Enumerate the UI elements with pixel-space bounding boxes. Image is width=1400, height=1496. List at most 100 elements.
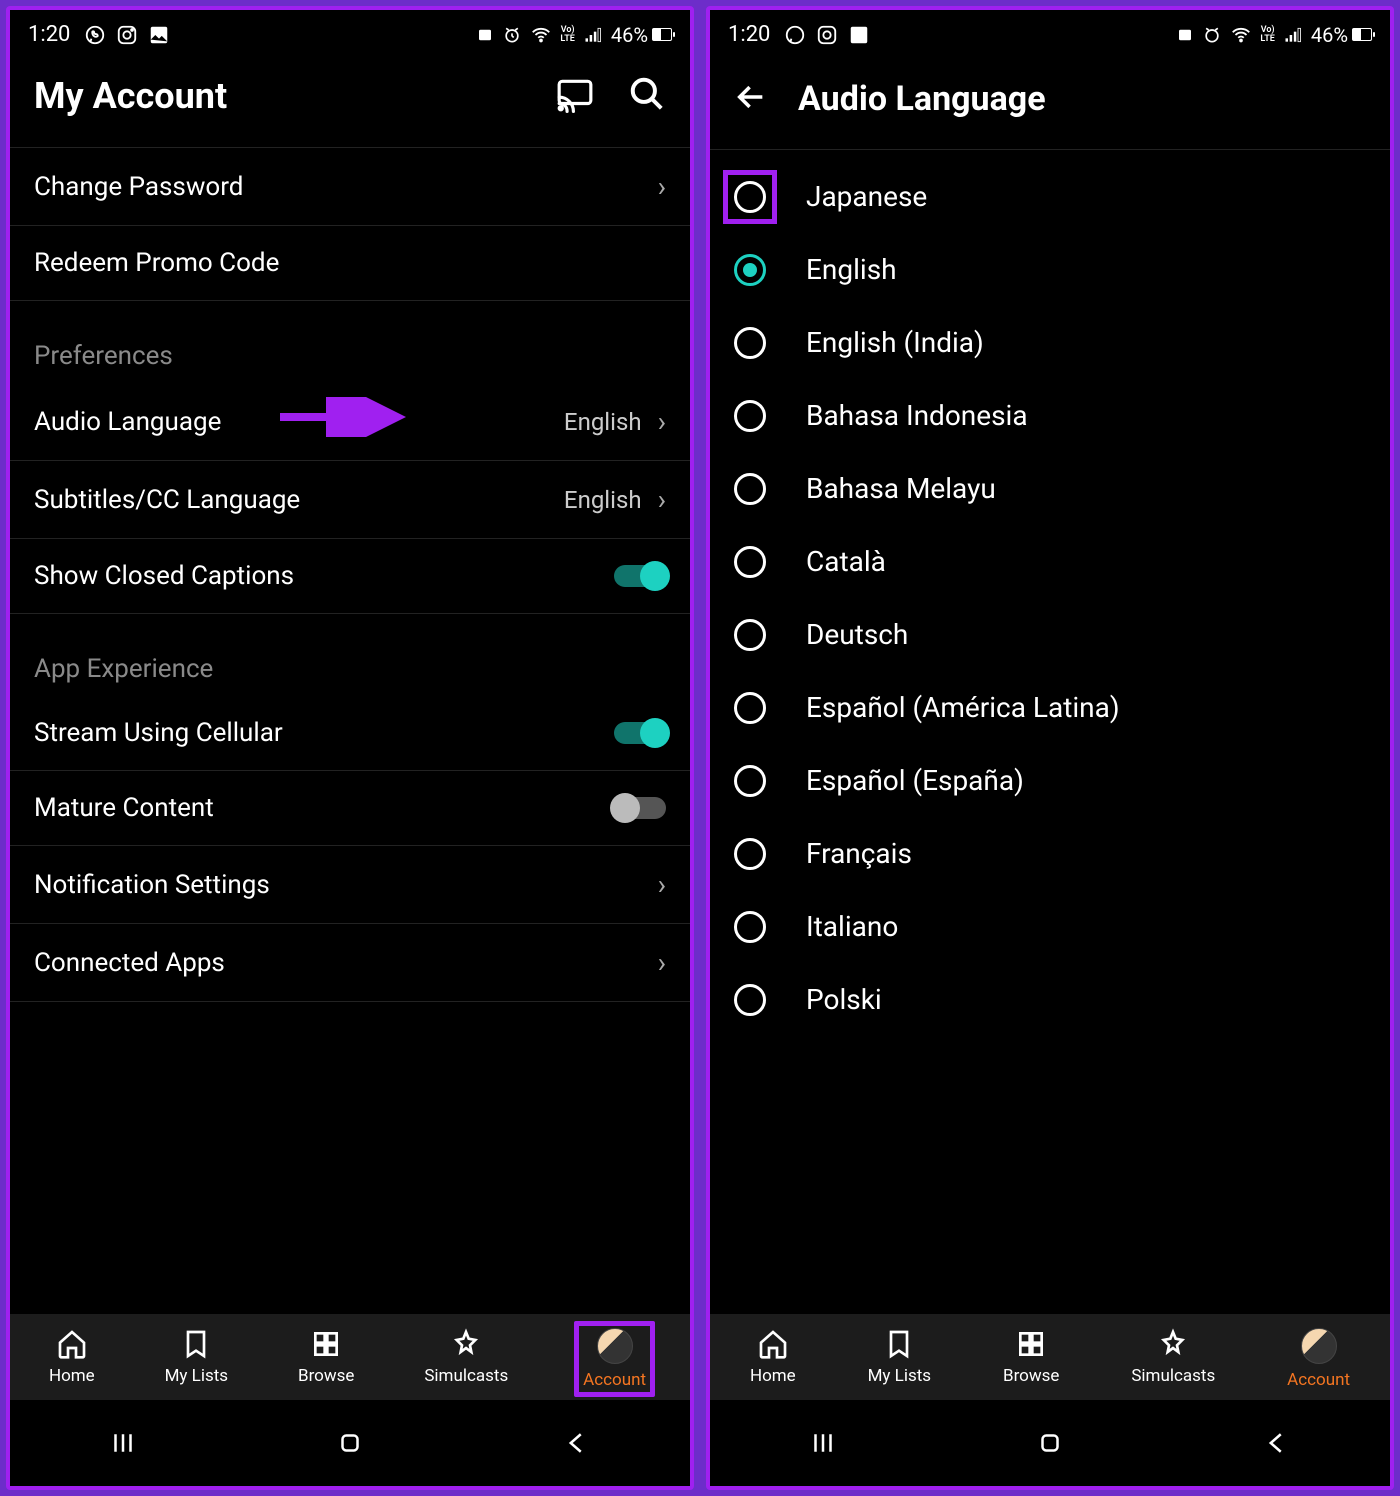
nav-home[interactable]	[1035, 1428, 1065, 1462]
language-option[interactable]: English (India)	[710, 306, 1390, 379]
tab-label: Account	[583, 1370, 646, 1390]
row-stream-cellular[interactable]: Stream Using Cellular	[10, 696, 690, 771]
radio-button[interactable]	[734, 911, 766, 943]
status-bar: 1:20 Vo)LTE 46%	[710, 10, 1390, 55]
toggle-mature-content[interactable]	[614, 797, 666, 819]
language-option[interactable]: Bahasa Indonesia	[710, 379, 1390, 452]
language-option[interactable]: Japanese	[710, 160, 1390, 233]
tab-browse[interactable]: Browse	[298, 1328, 354, 1390]
alarm-icon	[1202, 25, 1222, 45]
radio-button[interactable]	[734, 619, 766, 651]
language-option[interactable]: Italiano	[710, 890, 1390, 963]
tab-browse[interactable]: Browse	[1003, 1328, 1059, 1390]
tab-simulcasts[interactable]: Simulcasts	[1131, 1328, 1215, 1390]
chevron-right-icon: ›	[658, 483, 666, 516]
language-label: Bahasa Melayu	[806, 472, 996, 505]
nav-recents[interactable]	[808, 1428, 838, 1462]
toggle-stream-cellular[interactable]	[614, 722, 666, 744]
tab-my-lists[interactable]: My Lists	[165, 1328, 229, 1390]
row-redeem-promo[interactable]: Redeem Promo Code	[10, 226, 690, 301]
back-button[interactable]	[734, 80, 768, 118]
radio-button[interactable]	[734, 181, 766, 213]
tab-label: My Lists	[868, 1366, 932, 1386]
tab-label: My Lists	[165, 1366, 229, 1386]
tab-simulcasts[interactable]: Simulcasts	[424, 1328, 508, 1390]
app-header: My Account	[10, 55, 690, 147]
radio-button[interactable]	[734, 473, 766, 505]
toggle-closed-captions[interactable]	[614, 565, 666, 587]
sub-header: Audio Language	[710, 55, 1390, 150]
cast-icon[interactable]	[556, 75, 594, 117]
chevron-right-icon: ›	[658, 170, 666, 203]
radio-button[interactable]	[734, 254, 766, 286]
gallery-icon	[148, 24, 170, 46]
section-preferences: Preferences	[10, 301, 690, 383]
language-label: Bahasa Indonesia	[806, 399, 1028, 432]
nav-home[interactable]	[335, 1428, 365, 1462]
wifi-icon	[530, 24, 552, 46]
row-closed-captions[interactable]: Show Closed Captions	[10, 539, 690, 614]
volte-icon: Vo)LTE	[1260, 26, 1274, 44]
language-option[interactable]: Deutsch	[710, 598, 1390, 671]
radio-button[interactable]	[734, 984, 766, 1016]
language-list: Japanese English English (India) Bahasa Ind…	[710, 150, 1390, 1314]
nav-recents[interactable]	[108, 1428, 138, 1462]
row-audio-language[interactable]: Audio Language English ›	[10, 383, 690, 461]
radio-button[interactable]	[734, 400, 766, 432]
language-option[interactable]: Español (España)	[710, 744, 1390, 817]
row-label: Connected Apps	[34, 948, 225, 978]
radio-button[interactable]	[734, 692, 766, 724]
tab-home[interactable]: Home	[49, 1328, 95, 1390]
row-change-password[interactable]: Change Password ›	[10, 147, 690, 226]
row-value: English	[564, 486, 642, 514]
language-option[interactable]: Français	[710, 817, 1390, 890]
language-option[interactable]: English	[710, 233, 1390, 306]
row-label: Audio Language	[34, 407, 221, 437]
row-subtitles-language[interactable]: Subtitles/CC Language English ›	[10, 461, 690, 539]
row-label: Stream Using Cellular	[34, 718, 283, 748]
tab-account[interactable]: Account	[1287, 1328, 1350, 1390]
radio-button[interactable]	[734, 546, 766, 578]
tab-account[interactable]: Account	[574, 1321, 655, 1397]
language-option[interactable]: Català	[710, 525, 1390, 598]
language-option[interactable]: Polski	[710, 963, 1390, 1036]
row-connected-apps[interactable]: Connected Apps ›	[10, 924, 690, 1002]
row-label: Redeem Promo Code	[34, 248, 279, 278]
tab-my-lists[interactable]: My Lists	[868, 1328, 932, 1390]
page-title: My Account	[34, 75, 227, 117]
row-mature-content[interactable]: Mature Content	[10, 771, 690, 846]
status-time: 1:20	[728, 22, 770, 47]
signal-icon	[1283, 25, 1303, 45]
language-label: Français	[806, 837, 912, 870]
tab-bar: Home My Lists Browse Simulcasts Account	[710, 1314, 1390, 1400]
language-option[interactable]: Español (América Latina)	[710, 671, 1390, 744]
tab-bar: Home My Lists Browse Simulcasts Account	[10, 1314, 690, 1400]
row-label: Change Password	[34, 172, 243, 202]
row-notification-settings[interactable]: Notification Settings ›	[10, 846, 690, 924]
radio-button[interactable]	[734, 765, 766, 797]
phone-right: 1:20 Vo)LTE 46% Audio L	[706, 6, 1394, 1490]
signal-icon	[583, 25, 603, 45]
radio-button[interactable]	[734, 327, 766, 359]
nav-back[interactable]	[562, 1428, 592, 1462]
language-label: Italiano	[806, 910, 898, 943]
card-icon	[476, 26, 494, 44]
card-icon	[1176, 26, 1194, 44]
nav-back[interactable]	[1262, 1428, 1292, 1462]
instagram-icon	[116, 24, 138, 46]
avatar	[597, 1328, 633, 1364]
search-icon[interactable]	[628, 75, 666, 117]
tab-label: Account	[1287, 1370, 1350, 1390]
language-label: Polski	[806, 983, 882, 1016]
radio-button[interactable]	[734, 838, 766, 870]
tab-home[interactable]: Home	[750, 1328, 796, 1390]
whatsapp-icon	[784, 24, 806, 46]
annotation-highlight	[723, 170, 777, 224]
language-label: Español (España)	[806, 764, 1024, 797]
language-option[interactable]: Bahasa Melayu	[710, 452, 1390, 525]
tab-label: Browse	[298, 1366, 354, 1386]
avatar	[1301, 1328, 1337, 1364]
settings-list: Change Password › Redeem Promo Code Pref…	[10, 147, 690, 1314]
system-nav-bar	[710, 1400, 1390, 1486]
language-label: English	[806, 253, 897, 286]
